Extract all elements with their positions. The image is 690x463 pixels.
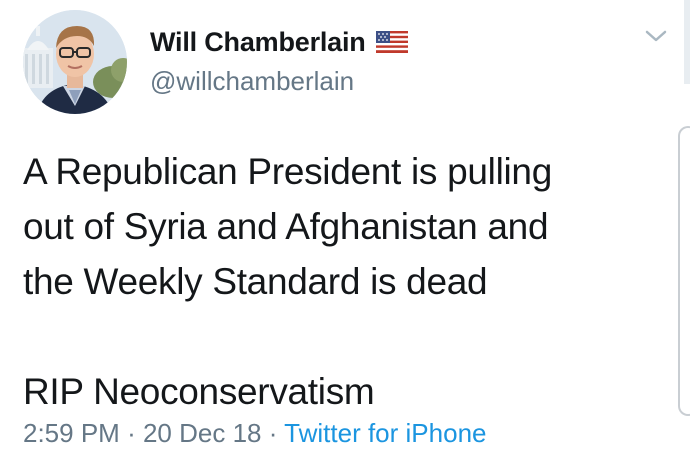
tweet-meta: 2:59 PM · 20 Dec 18 · Twitter for iPhone xyxy=(23,418,486,449)
tweet-source-link[interactable]: Twitter for iPhone xyxy=(284,418,486,448)
tweet-date[interactable]: 20 Dec 18 xyxy=(143,418,262,448)
tweet-text-line: out of Syria and Afghanistan and xyxy=(23,206,549,247)
side-strip xyxy=(684,0,690,84)
tweet-text-line: RIP Neoconservatism xyxy=(23,371,375,412)
author-display-name[interactable]: Will Chamberlain xyxy=(150,27,366,58)
tweet-text-line: the Weekly Standard is dead xyxy=(23,261,488,302)
meta-separator: · xyxy=(127,418,136,448)
chevron-down-icon[interactable] xyxy=(643,26,669,46)
us-flag-icon xyxy=(376,31,408,53)
tweet-time[interactable]: 2:59 PM xyxy=(23,418,120,448)
avatar-image xyxy=(23,10,127,114)
tweet-text-line: A Republican President is pulling xyxy=(23,151,552,192)
adjacent-card-edge xyxy=(678,126,690,416)
tweet-text: A Republican President is pulling out of… xyxy=(23,144,663,419)
author-handle[interactable]: @willchamberlain xyxy=(150,66,354,97)
avatar[interactable] xyxy=(23,10,127,114)
tweet-card: Will Chamberlain @willchamberlain A Repu… xyxy=(0,0,690,463)
meta-separator: · xyxy=(268,418,278,448)
